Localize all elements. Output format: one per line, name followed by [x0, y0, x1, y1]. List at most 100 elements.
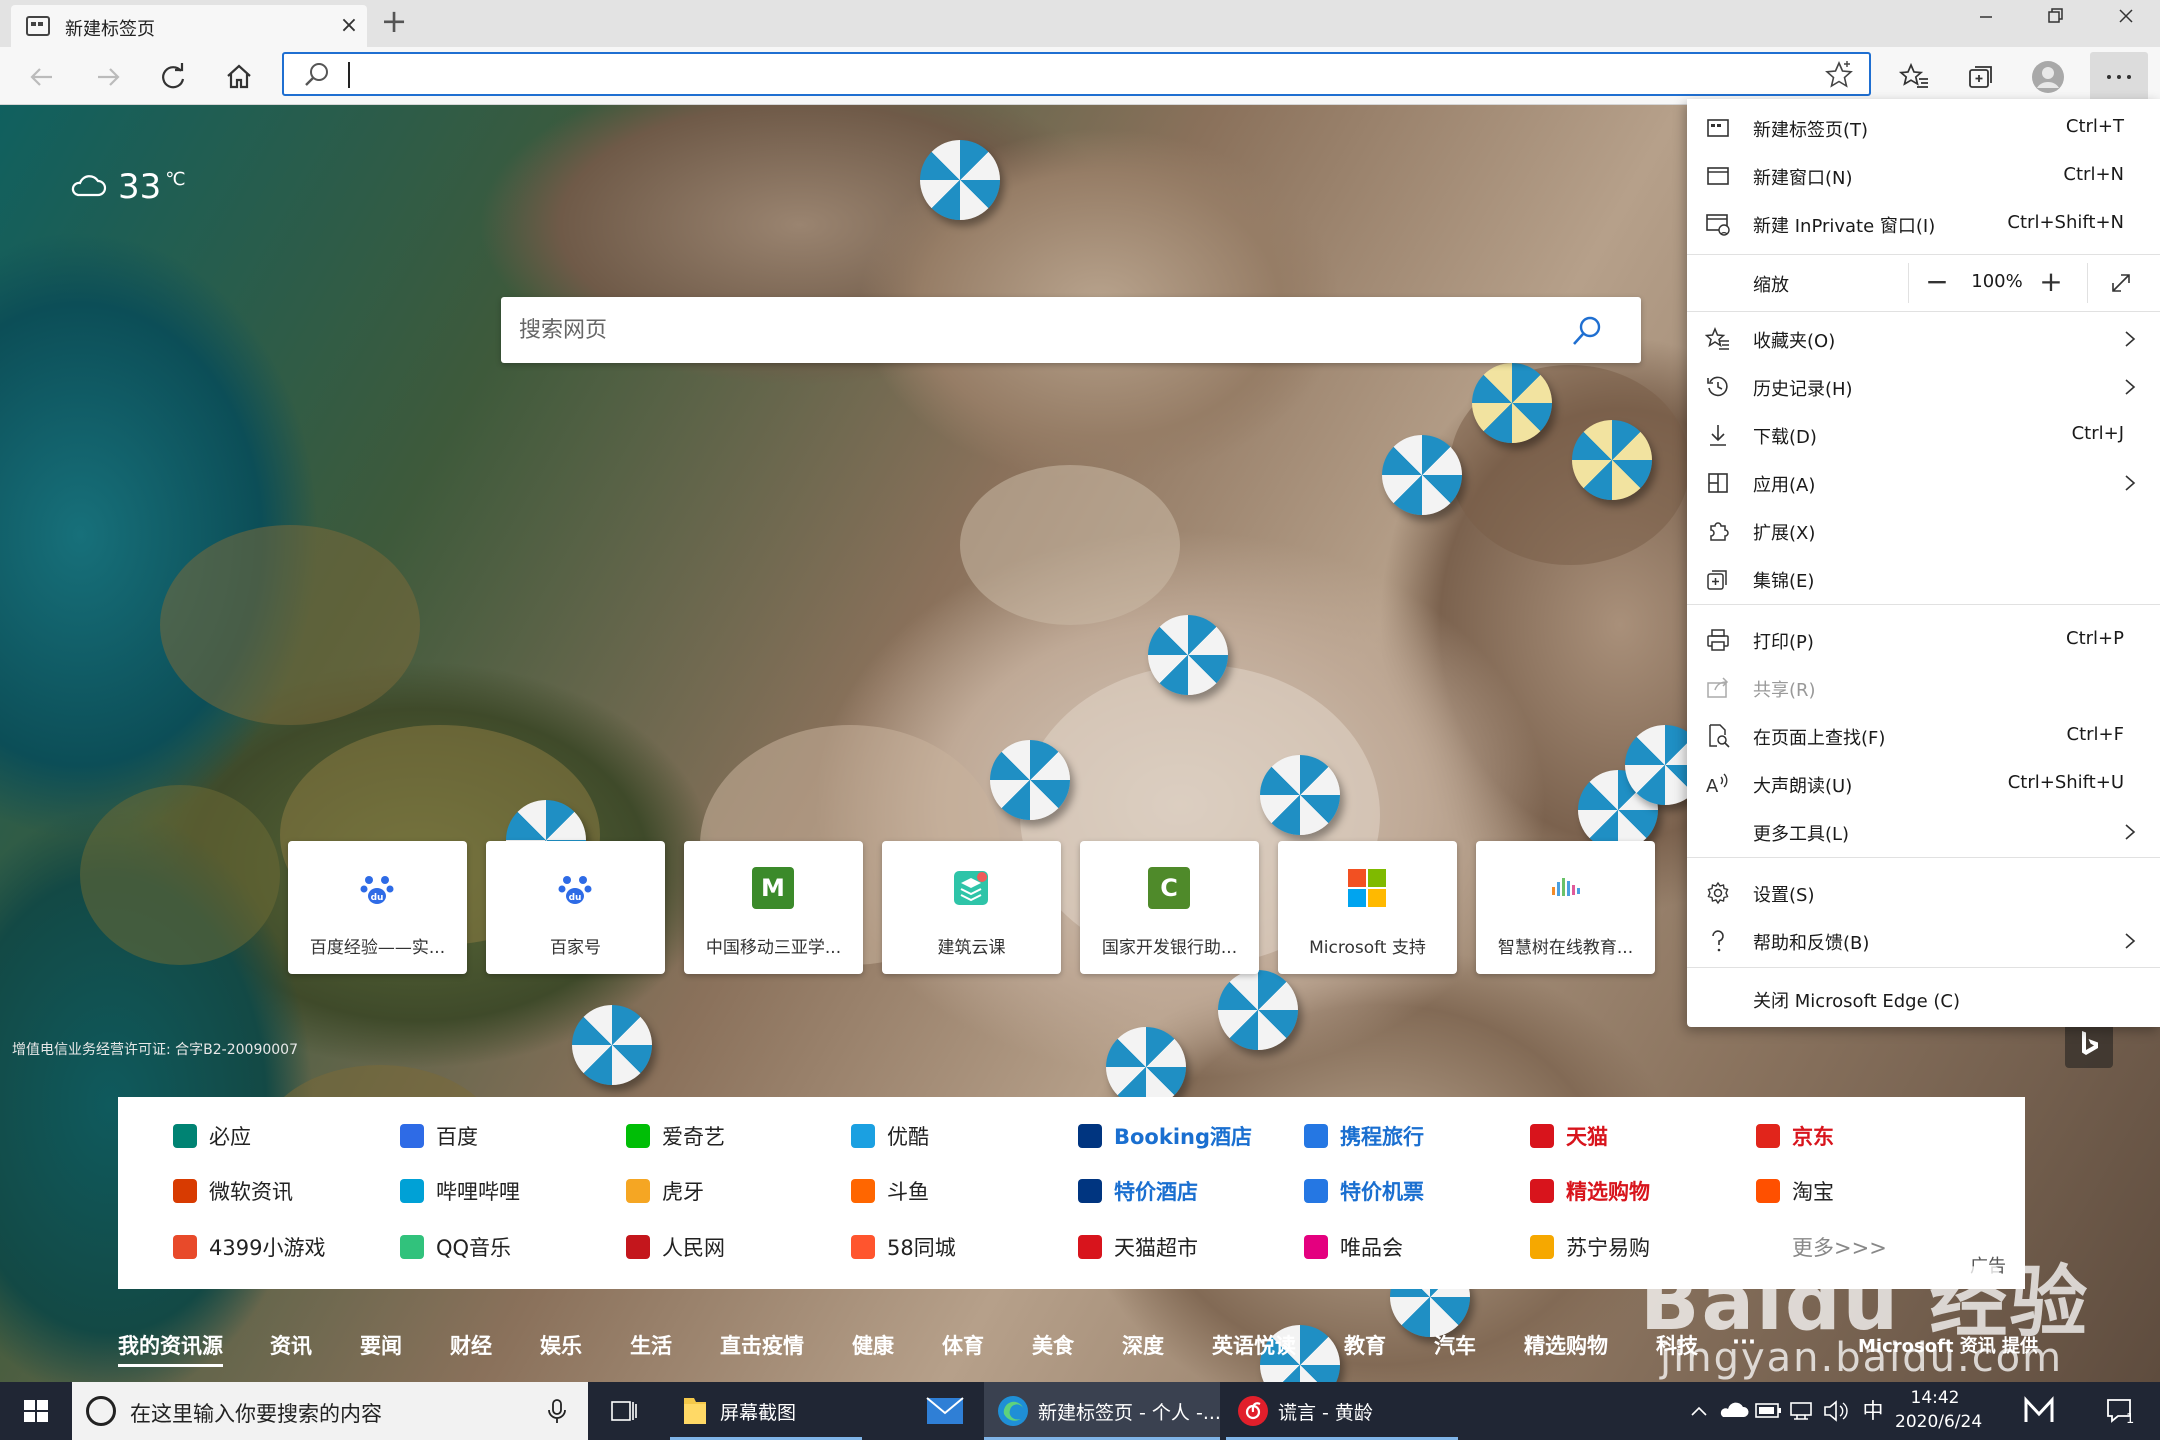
web-search-box[interactable] [501, 297, 1641, 363]
news-category-tab[interactable]: 美食 [1032, 1330, 1074, 1360]
popular-link[interactable]: 淘宝 [1756, 1176, 1834, 1206]
menu-item-extensions[interactable]: 扩展(X) [1687, 507, 2160, 555]
menu-item-find-on-page[interactable]: 在页面上查找(F) Ctrl+F [1687, 712, 2160, 760]
popular-link[interactable]: 天猫 [1530, 1121, 1608, 1151]
restore-button[interactable] [2022, 0, 2090, 40]
news-category-tab[interactable]: 生活 [630, 1330, 672, 1360]
popular-link[interactable]: Booking酒店 [1078, 1121, 1252, 1151]
back-button[interactable] [22, 57, 62, 97]
news-category-tab[interactable]: 要闻 [360, 1330, 402, 1360]
popular-link[interactable]: 苏宁易购 [1530, 1232, 1650, 1262]
forward-button[interactable] [88, 57, 128, 97]
menu-item-history[interactable]: 历史记录(H) [1687, 363, 2160, 411]
start-button[interactable] [0, 1382, 72, 1440]
news-category-tab[interactable]: 精选购物 [1524, 1330, 1608, 1360]
news-category-tab[interactable]: 直击疫情 [720, 1330, 804, 1360]
taskbar-app-edge[interactable]: 新建标签页 - 个人 -... [984, 1382, 1221, 1440]
menu-item-more-tools[interactable]: 更多工具(L) [1687, 808, 2160, 856]
popular-link[interactable]: 4399小游戏 [173, 1232, 325, 1262]
web-search-input[interactable] [519, 313, 1519, 347]
news-category-tab[interactable]: 资讯 [270, 1330, 312, 1360]
menu-item-new-tab[interactable]: 新建标签页(T) Ctrl+T [1687, 104, 2160, 152]
volume-tray-icon[interactable] [1820, 1382, 1852, 1440]
onedrive-tray-icon[interactable] [1718, 1382, 1750, 1440]
taskbar-app-mail[interactable] [915, 1382, 975, 1440]
menu-item-favorites[interactable]: 收藏夹(O) [1687, 315, 2160, 363]
menu-item-share[interactable]: 共享(R) [1687, 664, 2160, 712]
action-center-button[interactable]: 1 [2090, 1382, 2150, 1440]
popular-link[interactable]: 爱奇艺 [626, 1121, 725, 1151]
menu-item-help-and-feedback[interactable]: 帮助和反馈(B) [1687, 917, 2160, 965]
popular-link[interactable]: 百度 [400, 1121, 478, 1151]
menu-item-downloads[interactable]: 下载(D) Ctrl+J [1687, 411, 2160, 459]
menu-item-new-window[interactable]: 新建窗口(N) Ctrl+N [1687, 152, 2160, 200]
battery-tray-icon[interactable] [1752, 1382, 1784, 1440]
popular-link[interactable]: 58同城 [851, 1232, 956, 1262]
close-tab-button[interactable]: × [336, 13, 362, 39]
microphone-icon[interactable] [542, 1396, 572, 1426]
news-category-tab[interactable]: 教育 [1344, 1330, 1386, 1360]
collections-button[interactable] [1961, 57, 2001, 97]
popular-link[interactable]: 特价机票 [1304, 1176, 1424, 1206]
popular-link[interactable]: 必应 [173, 1121, 251, 1151]
weather-widget[interactable]: 33 ℃ [68, 165, 185, 209]
quick-link-tile[interactable]: 建筑云课 [882, 841, 1061, 974]
zoom-in-button[interactable]: + [2031, 265, 2071, 301]
popular-link[interactable]: 唯品会 [1304, 1232, 1403, 1262]
quick-link-tile[interactable]: Microsoft 支持 [1278, 841, 1457, 974]
popular-link[interactable]: 精选购物 [1530, 1176, 1650, 1206]
refresh-button[interactable] [153, 57, 193, 97]
popular-link[interactable]: 携程旅行 [1304, 1121, 1424, 1151]
add-favorite-star-icon[interactable] [1819, 55, 1859, 95]
menu-item-print[interactable]: 打印(P) Ctrl+P [1687, 616, 2160, 664]
search-icon[interactable] [1569, 313, 1605, 349]
show-hidden-icons-button[interactable] [1684, 1382, 1714, 1440]
close-window-button[interactable] [2092, 0, 2160, 40]
full-screen-icon[interactable] [2107, 269, 2135, 297]
menu-item-collections[interactable]: 集锦(E) [1687, 555, 2160, 603]
quick-link-tile[interactable]: du 百度经验——实... [288, 841, 467, 974]
quick-link-tile[interactable]: 智慧树在线教育... [1476, 841, 1655, 974]
task-view-button[interactable] [602, 1382, 646, 1440]
minimize-button[interactable] [1952, 0, 2020, 40]
popular-link[interactable]: QQ音乐 [400, 1232, 511, 1262]
menu-item-new-inprivate-window[interactable]: 新建 InPrivate 窗口(I) Ctrl+Shift+N [1687, 200, 2160, 248]
menu-item-apps[interactable]: 应用(A) [1687, 459, 2160, 507]
address-bar[interactable] [282, 52, 1871, 96]
bing-background-button[interactable] [2065, 1020, 2113, 1068]
popular-link[interactable]: 哔哩哔哩 [400, 1176, 520, 1206]
popular-link[interactable]: 特价酒店 [1078, 1176, 1198, 1206]
news-category-tab[interactable]: 健康 [852, 1330, 894, 1360]
quick-link-tile[interactable]: du 百家号 [486, 841, 665, 974]
profile-button[interactable] [2028, 57, 2068, 97]
news-category-tab[interactable]: 英语悦读 [1212, 1330, 1296, 1360]
taskbar-search-box[interactable]: 在这里输入你要搜索的内容 [72, 1382, 588, 1440]
menu-item-read-aloud[interactable]: A 大声朗读(U) Ctrl+Shift+U [1687, 760, 2160, 808]
news-category-tab[interactable]: 汽车 [1434, 1330, 1476, 1360]
popular-link[interactable]: 人民网 [626, 1232, 725, 1262]
settings-and-more-button[interactable] [2090, 52, 2148, 102]
home-button[interactable] [219, 57, 259, 97]
quick-link-tile[interactable]: C 国家开发银行助... [1080, 841, 1259, 974]
desktop-app-tray-icon[interactable] [2010, 1382, 2068, 1440]
new-tab-button[interactable]: + [378, 5, 410, 38]
popular-link[interactable]: 虎牙 [626, 1176, 704, 1206]
input-method-indicator[interactable]: 中 [1858, 1382, 1888, 1440]
tab-new-tab[interactable]: 新建标签页 × [11, 5, 367, 47]
popular-link[interactable]: 微软资讯 [173, 1176, 293, 1206]
popular-link[interactable]: 斗鱼 [851, 1176, 929, 1206]
popular-link[interactable]: 京东 [1756, 1121, 1834, 1151]
news-category-tab[interactable]: 深度 [1122, 1330, 1164, 1360]
menu-item-settings[interactable]: 设置(S) [1687, 869, 2160, 917]
zoom-out-button[interactable]: − [1917, 265, 1957, 301]
popular-link[interactable]: 优酷 [851, 1121, 929, 1151]
taskbar-app-netease-music[interactable]: 谎言 - 黄龄 [1226, 1382, 1458, 1440]
news-category-tab[interactable]: 我的资讯源 [118, 1330, 223, 1367]
popular-link[interactable]: 天猫超市 [1078, 1232, 1198, 1262]
network-tray-icon[interactable] [1786, 1382, 1818, 1440]
news-category-tab[interactable]: 财经 [450, 1330, 492, 1360]
taskbar-clock[interactable]: 14:42 2020/6/24 [1895, 1386, 1982, 1434]
news-category-tab[interactable]: 娱乐 [540, 1330, 582, 1360]
menu-item-close-edge[interactable]: 关闭 Microsoft Edge (C) [1687, 975, 2160, 1023]
quick-link-tile[interactable]: M 中国移动三亚学... [684, 841, 863, 974]
